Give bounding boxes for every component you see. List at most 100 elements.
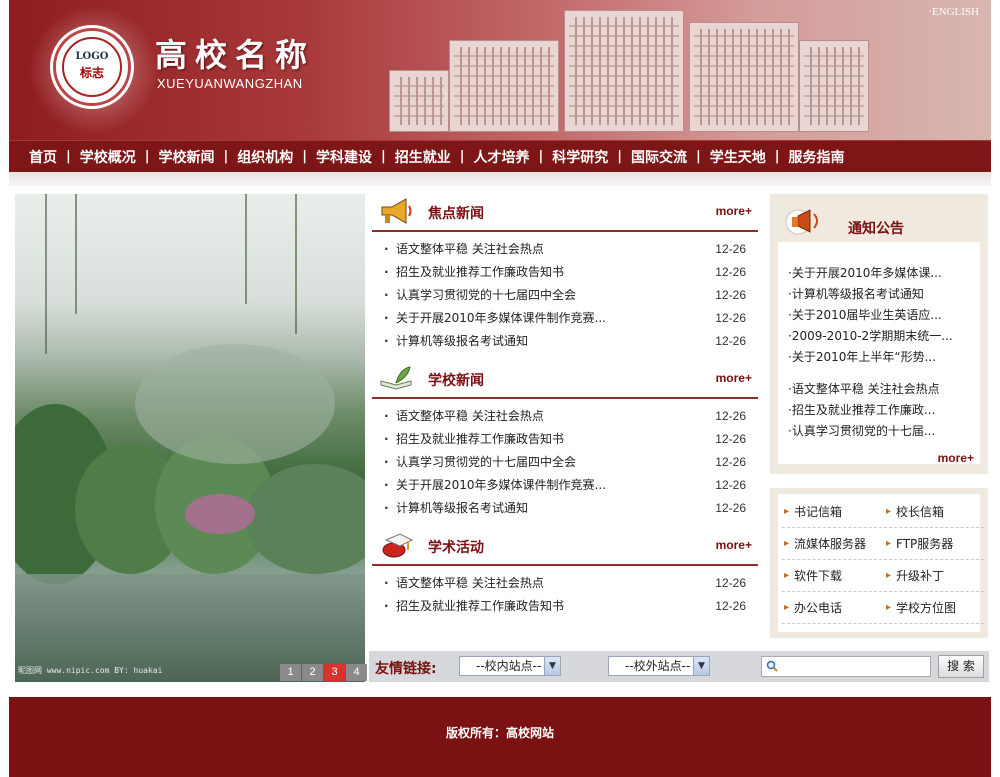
news-item[interactable]: 招生及就业推荐工作廉政告知书 12-26 [372, 595, 758, 618]
notice-item[interactable]: ·关于2010届毕业生英语应... [788, 305, 980, 326]
focus-news-section: 焦点新闻 more+ 语文整体平稳 关注社会热点12-26招生及就业推荐工作廉政… [372, 192, 758, 353]
friend-links-label: 友情链接: [375, 661, 437, 677]
nav-item[interactable]: 学校新闻 [159, 147, 215, 167]
willow-branch [45, 194, 47, 354]
pager-button[interactable]: 4 [346, 664, 367, 681]
megaphone-icon [381, 198, 412, 224]
photo-distant-hill [135, 344, 335, 464]
chevron-down-icon[interactable]: ▼ [693, 657, 709, 675]
news-item-title: 计算机等级报名考试通知 [396, 501, 529, 515]
news-item-date: 12-26 [715, 242, 746, 256]
notice-item[interactable]: ·关于开展2010年多媒体课... [788, 263, 980, 284]
academic-title: 学术活动 [428, 540, 484, 556]
campus-sites-select[interactable]: --校内站点-- ▼ [459, 656, 561, 676]
logo-subtext: 标志 [79, 66, 104, 80]
news-item[interactable]: 计算机等级报名考试通知 12-26 [372, 330, 758, 353]
nav-item[interactable]: 学生天地 [710, 147, 766, 167]
nav-separator: | [66, 149, 71, 164]
nav-item[interactable]: 人才培养 [474, 147, 530, 167]
notice-item[interactable]: ·招生及就业推荐工作廉政... [788, 400, 980, 421]
english-link[interactable]: ·ENGLISH [928, 6, 979, 18]
news-item[interactable]: 认真学习贯彻党的十七届四中全会 12-26 [372, 451, 758, 474]
news-item-date: 12-26 [715, 288, 746, 302]
focus-news-more-link[interactable]: more+ [716, 204, 752, 218]
nav-item[interactable]: 学校概况 [80, 147, 136, 167]
notice-item[interactable]: ·2009-2010-2学期期末统一... [788, 326, 980, 347]
news-item-title: 认真学习贯彻党的十七届四中全会 [396, 455, 577, 469]
news-item[interactable]: 招生及就业推荐工作廉政告知书 12-26 [372, 428, 758, 451]
photo-blossoms [185, 494, 255, 534]
news-item-date: 12-26 [715, 409, 746, 423]
photo-pager: 1234 [280, 664, 368, 681]
copyright-text: 版权所有：高校网站 [445, 726, 554, 740]
school-news-more-link[interactable]: more+ [716, 371, 752, 385]
nav-item[interactable]: 组织机构 [237, 147, 293, 167]
focus-news-header: 焦点新闻 more+ [372, 192, 758, 232]
quick-link[interactable]: 办公电话 [782, 592, 882, 624]
news-item-date: 12-26 [715, 311, 746, 325]
nav-separator: | [302, 149, 307, 164]
news-item-date: 12-26 [715, 599, 746, 613]
quick-link[interactable]: 软件下载 [782, 560, 882, 592]
nav-divider [9, 172, 991, 186]
nav-item[interactable]: 科学研究 [552, 147, 608, 167]
news-item-date: 12-26 [715, 455, 746, 469]
nav-separator: | [459, 149, 465, 164]
quick-link[interactable]: 校长信箱 [884, 496, 984, 528]
chevron-down-icon[interactable]: ▼ [544, 657, 560, 675]
notice-item[interactable]: ·语文整体平稳 关注社会热点 [788, 379, 980, 400]
search-input[interactable] [761, 656, 931, 677]
external-sites-select[interactable]: --校外站点-- ▼ [608, 656, 710, 676]
nav-item[interactable]: 服务指南 [789, 147, 845, 167]
nav-item[interactable]: 首页 [29, 147, 57, 167]
news-item[interactable]: 语文整体平稳 关注社会热点 12-26 [372, 572, 758, 595]
notice-list: ·关于开展2010年多媒体课... ·计算机等级报名考试通知 ·关于2010届毕业生… [778, 242, 980, 442]
quick-link[interactable]: FTP服务器 [884, 528, 984, 560]
site-subtitle: XUEYUANWANGZHAN [157, 76, 303, 91]
quick-link[interactable]: 学校方位图 [884, 592, 984, 624]
pager-button[interactable]: 3 [324, 664, 345, 681]
notice-item[interactable]: ·计算机等级报名考试通知 [788, 284, 980, 305]
notice-more-link[interactable]: more+ [938, 451, 974, 465]
notice-item[interactable]: ·关于2010年上半年“形势... [788, 347, 980, 368]
logo-text: LOGO [75, 51, 109, 62]
pager-button[interactable]: 1 [280, 664, 301, 681]
news-item[interactable]: 计算机等级报名考试通知 12-26 [372, 497, 758, 520]
school-news-section: 学校新闻 more+ 语文整体平稳 关注社会热点12-26招生及就业推荐工作廉政… [372, 359, 758, 520]
news-item[interactable]: 语文整体平稳 关注社会热点 12-26 [372, 405, 758, 428]
news-item-date: 12-26 [715, 501, 746, 515]
news-item[interactable]: 认真学习贯彻党的十七届四中全会 12-26 [372, 284, 758, 307]
news-item[interactable]: 关于开展2010年多媒体课件制作竞赛... 12-26 [372, 474, 758, 497]
news-item-title: 语文整体平稳 关注社会热点 [396, 576, 544, 590]
quick-link[interactable]: 升级补丁 [884, 560, 984, 592]
notice-panel: 通知公告 ·关于开展2010年多媒体课... ·计算机等级报名考试通知 ·关于201… [770, 194, 988, 474]
academic-more-link[interactable]: more+ [716, 538, 752, 552]
loudspeaker-icon [785, 209, 818, 235]
news-item[interactable]: 招生及就业推荐工作廉政告知书 12-26 [372, 261, 758, 284]
nav-item[interactable]: 国际交流 [631, 147, 687, 167]
quick-links-panel: 书记信箱校长信箱流媒体服务器FTP服务器软件下载升级补丁办公电话学校方位图 [770, 488, 988, 638]
news-item[interactable]: 关于开展2010年多媒体课件制作竞赛... 12-26 [372, 307, 758, 330]
focus-news-title: 焦点新闻 [428, 206, 484, 222]
search-button[interactable]: 搜 索 [938, 655, 984, 678]
school-logo[interactable]: LOGO 标志 [53, 28, 131, 106]
quick-link[interactable]: 流媒体服务器 [782, 528, 882, 560]
news-item-title: 语文整体平稳 关注社会热点 [396, 409, 544, 423]
willow-branch [295, 194, 297, 334]
site-footer: 版权所有：高校网站 [9, 697, 991, 777]
campus-building-illustration [689, 22, 799, 132]
news-item-date: 12-26 [715, 265, 746, 279]
willow-branch [245, 194, 247, 304]
quick-link[interactable]: 书记信箱 [782, 496, 882, 528]
news-item-title: 关于开展2010年多媒体课件制作竞赛... [396, 478, 606, 492]
featured-photo[interactable]: 昵图网 www.nipic.com BY: huakai [15, 194, 365, 682]
mortarboard-icon [382, 533, 414, 558]
site-header: LOGO 标志 高校名称 XUEYUANWANGZHAN ·ENGLISH [9, 0, 991, 140]
pager-button[interactable]: 2 [302, 664, 323, 681]
news-item[interactable]: 语文整体平稳 关注社会热点 12-26 [372, 238, 758, 261]
main-nav: 首页 | 学校概况 | 学校新闻 | 组织机构 | 学科建设 | 招生就业 | 人才培养 | 科学研究 | 国际… [9, 140, 991, 172]
nav-item[interactable]: 学科建设 [316, 147, 372, 167]
nav-item[interactable]: 招生就业 [395, 147, 451, 167]
notice-item[interactable]: ·认真学习贯彻党的十七届... [788, 421, 980, 442]
campus-building-illustration [799, 40, 869, 132]
